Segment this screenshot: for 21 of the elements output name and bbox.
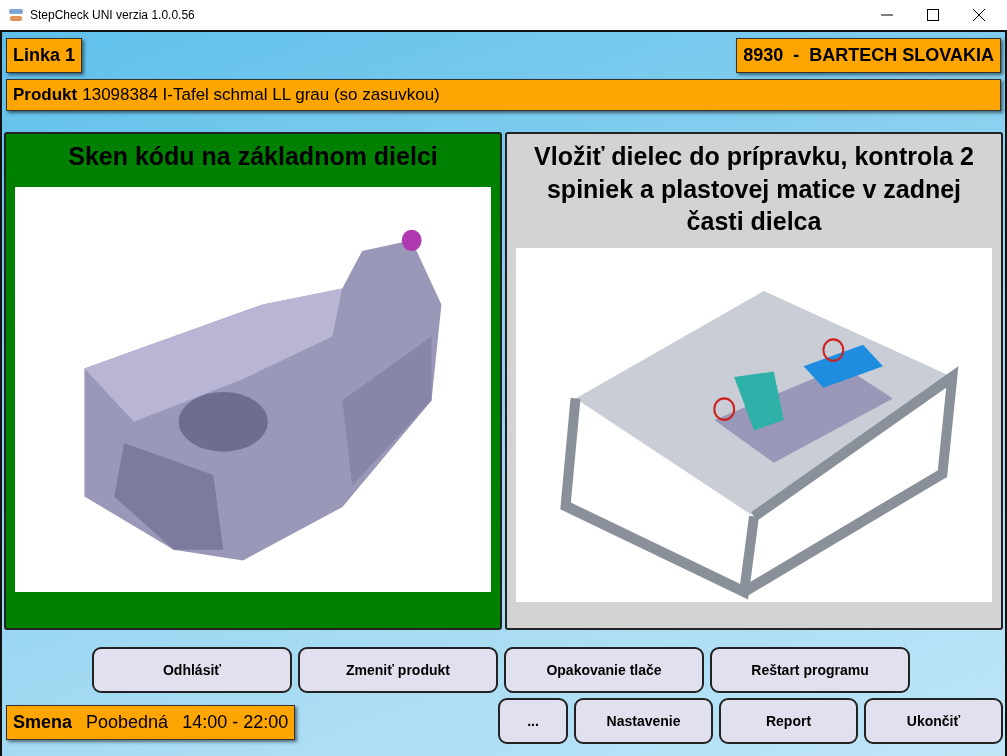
action-button[interactable]: Opakovanie tlače (504, 647, 704, 693)
company-label: 8930 - BARTECH SLOVAKIA (736, 38, 1001, 73)
product-label: Produkt (13, 85, 78, 105)
step-title: Sken kódu na základnom dielci (67, 141, 439, 172)
maximize-icon[interactable] (927, 9, 939, 21)
action-button[interactable]: Ukončiť (864, 698, 1003, 744)
product-name: 13098384 I-Tafel schmal LL grau (so zasuvkou) (82, 85, 440, 105)
action-button[interactable]: ... (498, 698, 568, 744)
app-icon (8, 8, 24, 22)
action-button[interactable]: Zmeniť produkt (298, 647, 498, 693)
action-button[interactable]: Nastavenie (574, 698, 713, 744)
action-button[interactable]: Odhlásiť (92, 647, 292, 693)
shift-time: 14:00 - 22:00 (182, 712, 289, 733)
step-title: Vložiť dielec do prípravku, kontrola 2 spiniek a plastovej matice v zadnej časti dielca (533, 141, 975, 237)
shift-label: Smena (13, 712, 73, 733)
action-button[interactable]: Reštart programu (710, 647, 910, 693)
shift-name: Poobedná (86, 712, 169, 733)
close-icon[interactable] (973, 9, 985, 21)
line-label: Linka 1 (6, 38, 83, 73)
action-button[interactable]: Report (719, 698, 858, 744)
window-title: StepCheck UNI verzia 1.0.0.56 (30, 8, 195, 22)
